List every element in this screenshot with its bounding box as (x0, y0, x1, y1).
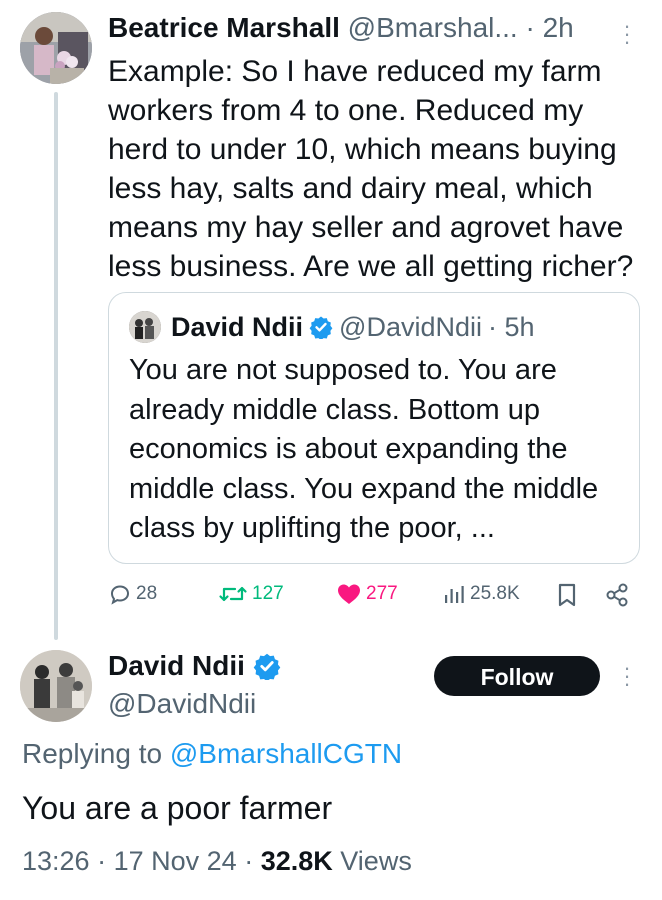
tweet-time[interactable]: 13:26 (22, 846, 90, 876)
main-tweet-author-row: David Ndii (108, 650, 281, 682)
parent-tweet-header: Beatrice Marshall @Bmarshal... · 2h (108, 12, 574, 44)
bookmark-icon (558, 583, 576, 607)
views-button[interactable]: 25.8K (442, 582, 520, 606)
main-author-name[interactable]: David Ndii (108, 650, 245, 682)
main-author-handle[interactable]: @DavidNdii (108, 688, 256, 720)
avatar-photo-icon (20, 12, 92, 84)
bookmark-button[interactable] (556, 582, 582, 608)
reply-count: 28 (136, 583, 158, 604)
main-tweet-meta: 13:26 · 17 Nov 24 · 32.8K Views (22, 846, 412, 876)
quoted-author-handle: @DavidNdii (339, 311, 482, 342)
quoted-tweet-time: · 5h (487, 311, 535, 342)
quoted-tweet-header: David Ndii @DavidNdii · 5h (129, 311, 535, 343)
more-options-icon[interactable]: · · · (622, 657, 632, 695)
verified-badge-icon (309, 316, 333, 339)
replying-to-label: Replying to (22, 738, 163, 769)
quoted-author-name: David Ndii (171, 311, 304, 342)
quoted-tweet-text: You are not supposed to. You are already… (129, 354, 599, 544)
share-button[interactable] (604, 582, 634, 608)
avatar-photo-icon (20, 650, 92, 722)
thread-connector-line (54, 92, 58, 640)
beatrice-avatar[interactable] (20, 12, 92, 84)
reply-button[interactable]: 28 (108, 582, 157, 606)
retweet-icon (219, 586, 247, 602)
follow-button[interactable]: Follow (434, 656, 600, 696)
tweet-action-bar: 28 127 277 25.8K (0, 582, 662, 614)
quoted-author-avatar (129, 311, 161, 343)
views-count: 32.8K (260, 846, 333, 876)
david-ndii-avatar[interactable] (20, 650, 92, 722)
retweet-button[interactable]: 127 (218, 582, 284, 606)
views-count: 25.8K (470, 583, 520, 604)
analytics-icon (445, 586, 464, 603)
share-icon (606, 583, 628, 607)
parent-tweet-text: Example: So I have reduced my farm worke… (108, 55, 634, 283)
tweet-time[interactable]: · 2h (525, 12, 573, 43)
views-label: Views (340, 846, 412, 876)
like-button[interactable]: 277 (336, 582, 398, 606)
like-count: 277 (366, 583, 398, 604)
author-handle[interactable]: @Bmarshal... (348, 12, 518, 43)
author-name[interactable]: Beatrice Marshall (108, 12, 340, 43)
reply-icon (110, 585, 130, 605)
main-tweet-text: You are a poor farmer (22, 790, 333, 826)
tweet-date[interactable]: 17 Nov 24 (114, 846, 237, 876)
quoted-tweet-card[interactable]: David Ndii @DavidNdii · 5h You are not s… (108, 292, 640, 564)
heart-icon (338, 584, 360, 604)
more-options-icon[interactable]: · · · (622, 15, 632, 53)
avatar-photo-icon (129, 311, 161, 343)
verified-badge-icon (253, 653, 281, 680)
replying-to-line: Replying to @BmarshallCGTN (22, 738, 402, 770)
retweet-count: 127 (252, 583, 284, 604)
replying-to-handle-link[interactable]: @BmarshallCGTN (170, 738, 402, 769)
